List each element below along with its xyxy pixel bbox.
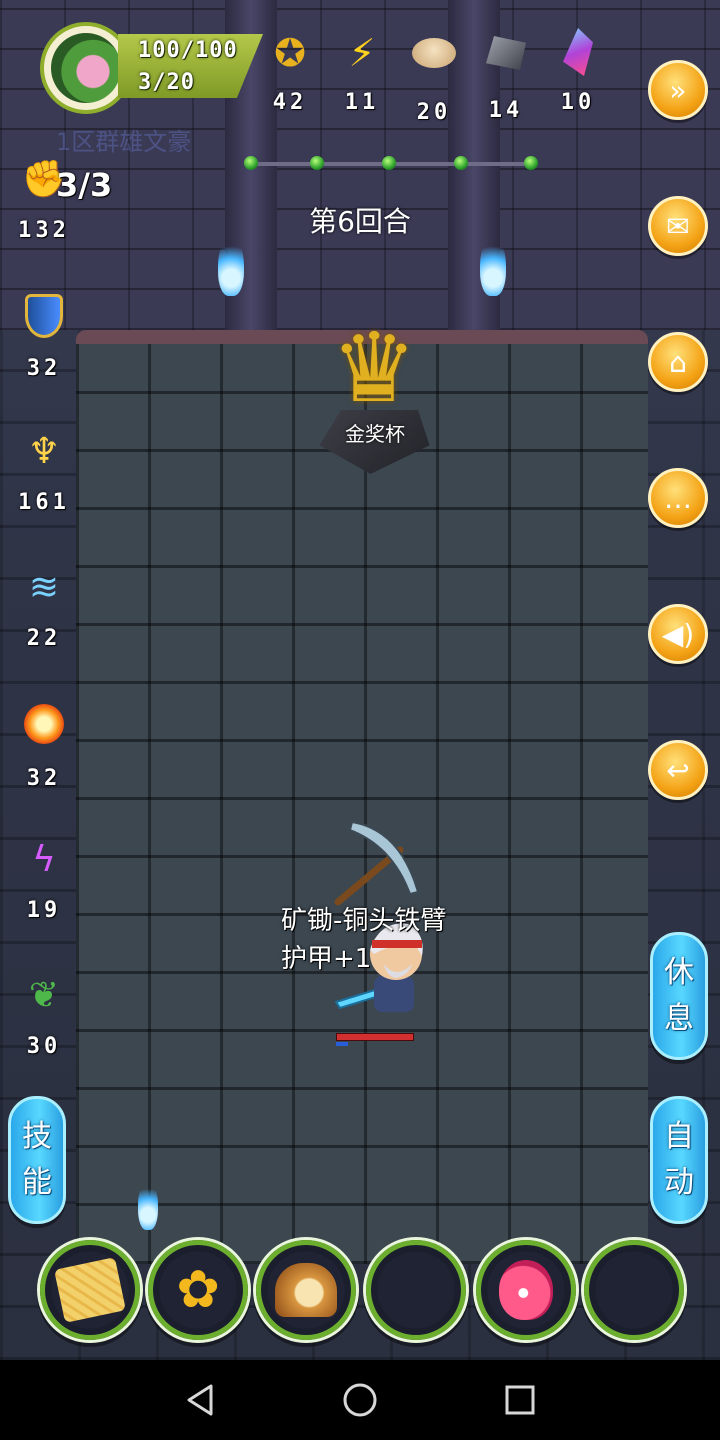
resource-crystal: 10 xyxy=(546,28,610,130)
return-icon: ↩ xyxy=(666,753,690,787)
stat-thunder: ϟ 19 xyxy=(12,836,76,923)
chat-icon: … xyxy=(664,481,692,515)
stat-value: 132 xyxy=(18,218,70,243)
item-bar: ✿ xyxy=(36,1240,686,1352)
item-slot-empty[interactable] xyxy=(584,1240,684,1340)
progress-node xyxy=(310,156,324,170)
auto-label-1: 自 xyxy=(664,1119,694,1154)
attack-count: 3/3 xyxy=(56,166,113,204)
fast-forward-button[interactable]: » xyxy=(648,60,708,120)
hero-hp-bar xyxy=(336,1033,414,1041)
resource-energy: ⚡ 11 xyxy=(330,28,394,130)
hp-value: 100/100 xyxy=(138,38,238,63)
item-slot-empty[interactable] xyxy=(366,1240,466,1340)
avatar-image xyxy=(51,33,121,103)
gold-coin-icon: ✪ xyxy=(274,31,306,75)
recents-square-icon xyxy=(505,1385,535,1415)
item-slot-biscuit[interactable] xyxy=(40,1240,140,1340)
item-acquired-text: 矿锄-铜头铁臂 xyxy=(281,906,447,936)
sound-button[interactable]: ◀) xyxy=(648,604,708,664)
home-icon: ⌂ xyxy=(669,345,687,379)
resource-gold: ✪ 42 xyxy=(258,28,322,130)
gold-trophy-icon[interactable]: ♛ xyxy=(318,312,430,424)
blue-flame-icon xyxy=(138,1180,158,1230)
pickaxe-icon xyxy=(334,820,420,906)
fast-forward-icon: » xyxy=(669,73,687,107)
iron-ore-icon xyxy=(481,36,531,86)
crystal-icon xyxy=(553,28,603,78)
progress-node xyxy=(524,156,538,170)
skill-button[interactable]: 技 能 xyxy=(8,1096,66,1224)
round-label: 第6回合 xyxy=(309,205,411,238)
item-slot-sunflower[interactable]: ✿ xyxy=(148,1240,248,1340)
system-navigation-bar xyxy=(0,1360,720,1440)
water-icon: ≋ xyxy=(28,567,60,608)
progress-node xyxy=(454,156,468,170)
resource-bun: 20 xyxy=(402,28,466,130)
potion-icon xyxy=(499,1260,553,1320)
lightning-purple-icon: ϟ xyxy=(32,839,56,880)
stat-poison: ❦ 30 xyxy=(12,972,76,1059)
resource-value: 14 xyxy=(488,98,524,123)
skill-label-2: 能 xyxy=(22,1165,52,1200)
rest-label-2: 息 xyxy=(664,1001,694,1036)
hero-mp-bar xyxy=(336,1042,348,1046)
stat-power: ♆ 161 xyxy=(12,428,76,515)
biscuit-icon xyxy=(54,1257,126,1323)
resource-value: 42 xyxy=(272,90,308,115)
shield-icon xyxy=(20,294,68,342)
auto-button[interactable]: 自 动 xyxy=(650,1096,708,1224)
stat-value: 19 xyxy=(26,898,62,923)
progress-node xyxy=(244,156,258,170)
rest-button[interactable]: 休 息 xyxy=(650,932,708,1060)
effect-text: 护甲+1 xyxy=(281,944,372,974)
progress-node xyxy=(382,156,396,170)
chat-button[interactable]: … xyxy=(648,468,708,528)
round-progress-track xyxy=(244,156,538,172)
back-triangle-icon xyxy=(187,1384,213,1416)
bun-icon xyxy=(409,38,459,88)
home-button[interactable]: ⌂ xyxy=(648,332,708,392)
home-nav-button[interactable] xyxy=(320,1360,400,1440)
stat-value: 22 xyxy=(26,626,62,651)
resource-value: 11 xyxy=(344,90,380,115)
recents-button[interactable] xyxy=(480,1360,560,1440)
stat-value: 161 xyxy=(18,490,70,515)
speaker-icon: ◀) xyxy=(661,617,695,651)
dungeon-floor xyxy=(76,330,648,1264)
blue-flame-icon xyxy=(218,236,244,296)
stat-value: 30 xyxy=(26,1034,62,1059)
back-button[interactable] xyxy=(160,1360,240,1440)
resource-value: 20 xyxy=(416,100,452,125)
skill-label-1: 技 xyxy=(22,1119,52,1154)
auto-label-2: 动 xyxy=(664,1165,694,1200)
stat-water: ≋ 22 xyxy=(12,564,76,651)
fire-sword-icon: ♆ xyxy=(27,431,61,472)
stat-value: 32 xyxy=(26,356,62,381)
item-slot-potion[interactable] xyxy=(476,1240,576,1340)
return-button[interactable]: ↩ xyxy=(648,740,708,800)
home-circle-icon xyxy=(343,1383,377,1417)
trophy-label: 金奖杯 xyxy=(345,422,405,446)
stat-fire: 32 xyxy=(12,700,76,791)
stage-value: 3/20 xyxy=(138,70,195,95)
zone-label: 1区群雄文豪 xyxy=(56,128,192,156)
sunflower-icon: ✿ xyxy=(176,1260,220,1320)
poison-icon: ❦ xyxy=(28,975,60,1016)
bread-icon xyxy=(275,1263,337,1317)
mail-icon: ✉ xyxy=(666,209,690,243)
stat-value: 32 xyxy=(26,766,62,791)
item-slot-bread[interactable] xyxy=(256,1240,356,1340)
stat-armor: 32 xyxy=(12,292,76,381)
blue-flame-icon xyxy=(480,236,506,296)
lightning-icon: ⚡ xyxy=(348,31,376,75)
rest-label-1: 休 xyxy=(664,955,694,990)
resource-value: 10 xyxy=(560,90,596,115)
resource-iron: 14 xyxy=(474,28,538,130)
fire-orb-icon xyxy=(20,704,68,752)
mail-button[interactable]: ✉ xyxy=(648,196,708,256)
